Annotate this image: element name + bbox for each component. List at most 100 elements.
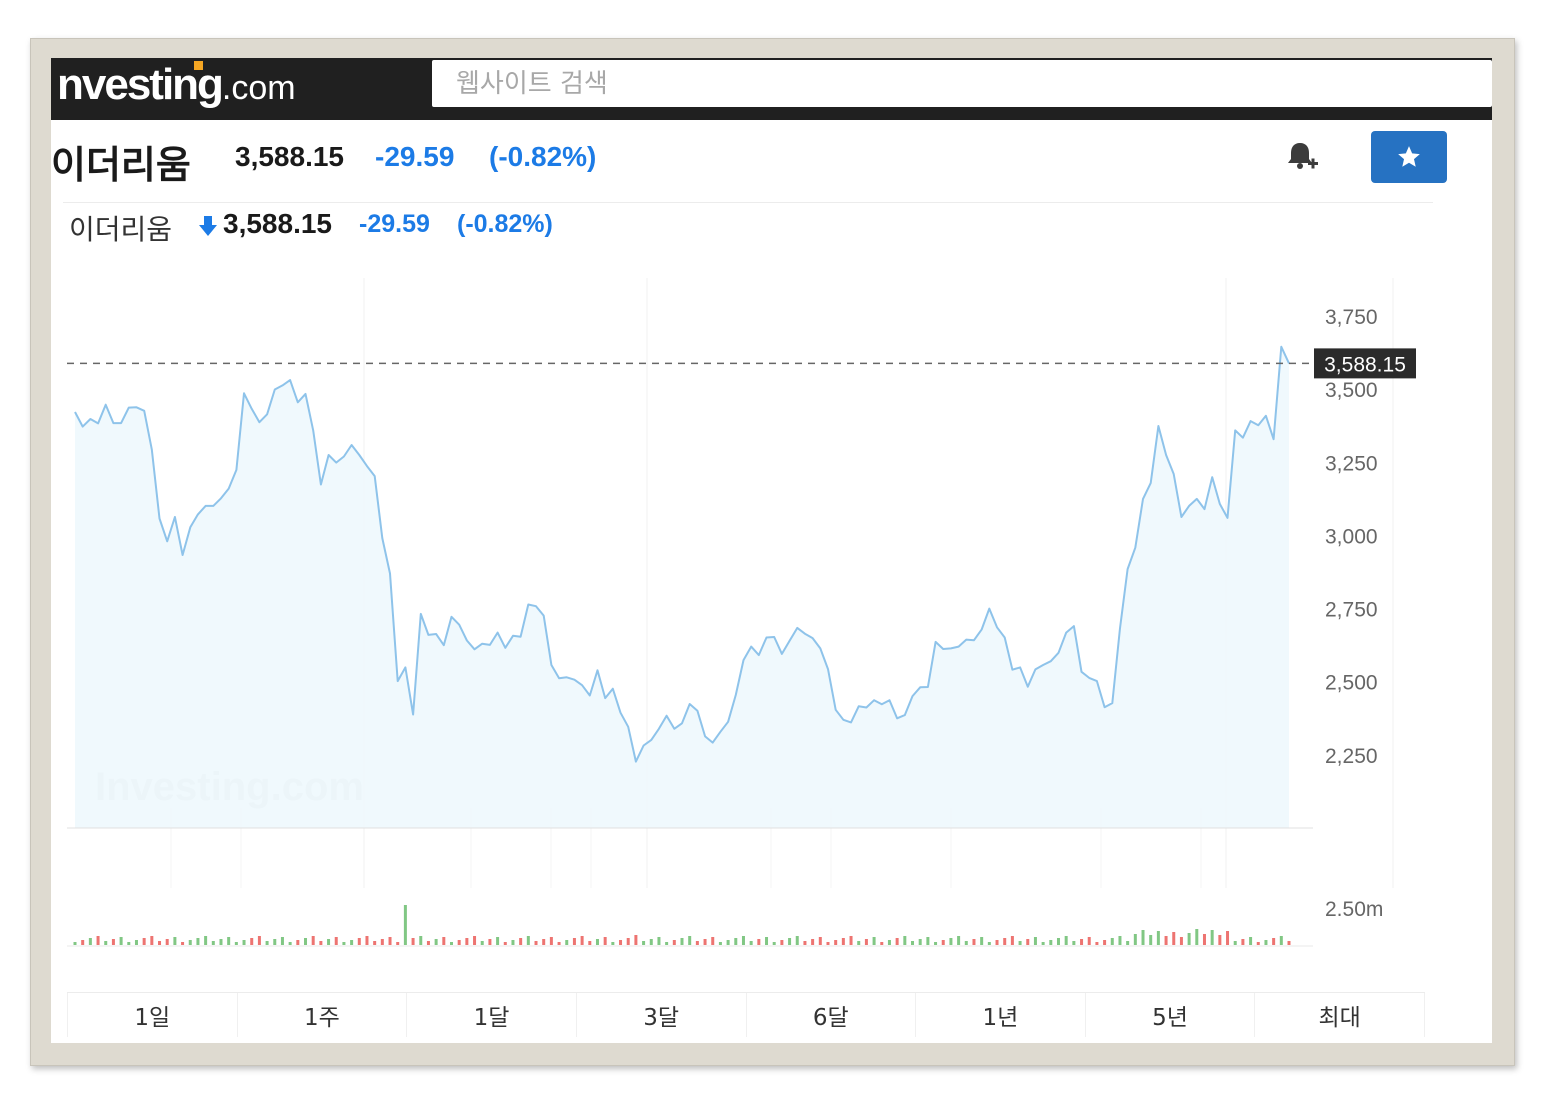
y-axis-tick-label: 3,750 <box>1325 306 1378 329</box>
volume-bar <box>734 938 738 945</box>
chart-legend-row: 이더리움 3,588.15 -29.59 (-0.82%) <box>69 208 969 248</box>
volume-bar <box>511 940 515 945</box>
volume-bar <box>88 938 92 945</box>
range-tab[interactable]: 5년 <box>1084 993 1255 1037</box>
volume-bar <box>1141 930 1145 945</box>
add-to-watchlist-button[interactable] <box>1371 131 1447 183</box>
volume-bar <box>657 937 661 945</box>
volume-bar <box>534 941 538 945</box>
volume-bar <box>519 938 523 945</box>
site-search-input[interactable] <box>432 60 1492 107</box>
volume-bar <box>81 940 85 945</box>
volume-bar <box>73 942 77 945</box>
volume-bar <box>934 942 938 945</box>
volume-bar <box>319 941 323 945</box>
volume-bar <box>1195 929 1199 945</box>
volume-bar <box>649 939 653 945</box>
volume-bar <box>342 942 346 945</box>
instrument-change: -29.59 <box>375 141 455 172</box>
range-tab[interactable]: 1주 <box>236 993 407 1037</box>
instrument-name: 이더리움 <box>51 143 191 187</box>
range-tab[interactable]: 1일 <box>67 993 237 1037</box>
volume-bar <box>165 939 169 945</box>
volume-bar <box>396 942 400 945</box>
volume-bar <box>1272 938 1276 945</box>
volume-bar <box>142 938 146 945</box>
volume-bar <box>619 940 623 945</box>
volume-bar <box>127 942 131 945</box>
volume-bar <box>411 938 415 945</box>
volume-bar <box>595 939 599 945</box>
volume-bar <box>1103 940 1107 945</box>
volume-bar <box>1149 935 1153 945</box>
add-alert-button[interactable] <box>1284 138 1320 174</box>
volume-bar <box>611 942 615 945</box>
volume-bar <box>680 938 684 945</box>
volume-bar <box>503 942 507 945</box>
site-logo[interactable]: nvesting.com <box>57 60 296 110</box>
volume-bar <box>672 940 676 945</box>
chart-change-percent: (-0.82%) <box>457 210 553 238</box>
logo-accent-mark <box>194 61 203 70</box>
volume-bar <box>665 942 669 945</box>
volume-bar <box>181 942 185 945</box>
range-tab[interactable]: 6달 <box>745 993 916 1037</box>
volume-bar <box>257 936 261 945</box>
volume-bar <box>296 940 300 945</box>
volume-bar <box>449 942 453 945</box>
site-search-box[interactable] <box>432 60 1492 107</box>
volume-bar <box>1064 936 1068 945</box>
volume-bar <box>1018 941 1022 945</box>
price-chart[interactable]: Investing.com3,7503,5003,2503,0002,7502,… <box>51 248 1492 948</box>
volume-bar <box>1033 937 1037 945</box>
range-tab[interactable]: 3달 <box>575 993 746 1037</box>
volume-bar <box>1095 942 1099 945</box>
volume-bar <box>1202 934 1206 945</box>
arrow-down-icon <box>199 216 217 236</box>
volume-bar <box>695 941 699 945</box>
volume-bar <box>273 939 277 945</box>
volume-bar <box>1287 941 1291 945</box>
volume-bar <box>288 942 292 945</box>
volume-bar <box>549 937 553 945</box>
volume-bar <box>1179 937 1183 945</box>
volume-bar <box>334 937 338 945</box>
header-divider <box>63 202 1433 203</box>
volume-bar <box>818 937 822 945</box>
range-tab[interactable]: 최대 <box>1254 993 1425 1037</box>
volume-bar <box>96 936 100 945</box>
volume-bar <box>442 937 446 945</box>
volume-bar <box>726 940 730 945</box>
volume-bar <box>811 939 815 945</box>
volume-bar <box>158 941 162 945</box>
volume-bar <box>234 942 238 945</box>
volume-bar <box>111 939 115 945</box>
volume-bar <box>1187 933 1191 945</box>
volume-bar <box>964 941 968 945</box>
volume-bar <box>434 939 438 945</box>
volume-bar <box>911 941 915 945</box>
volume-bar <box>857 941 861 945</box>
volume-bar <box>211 941 215 945</box>
volume-bar <box>219 939 223 945</box>
volume-bar <box>419 936 423 945</box>
volume-bar <box>196 938 200 945</box>
volume-bar <box>980 937 984 945</box>
volume-bar <box>1087 937 1091 945</box>
range-tab[interactable]: 1달 <box>406 993 576 1037</box>
volume-bar <box>1249 937 1253 945</box>
volume-bar <box>119 937 123 945</box>
volume-bar <box>496 937 500 945</box>
volume-bar <box>903 936 907 945</box>
volume-bar <box>1279 936 1283 945</box>
volume-bar <box>1049 940 1053 945</box>
volume-bar <box>1056 938 1060 945</box>
volume-bar <box>711 937 715 945</box>
range-tab[interactable]: 1년 <box>915 993 1085 1037</box>
volume-bar <box>765 937 769 945</box>
volume-bar <box>1226 931 1230 945</box>
volume-bar <box>265 941 269 945</box>
volume-bar <box>1080 939 1084 945</box>
volume-bar <box>1210 930 1214 945</box>
volume-bar <box>1003 938 1007 945</box>
